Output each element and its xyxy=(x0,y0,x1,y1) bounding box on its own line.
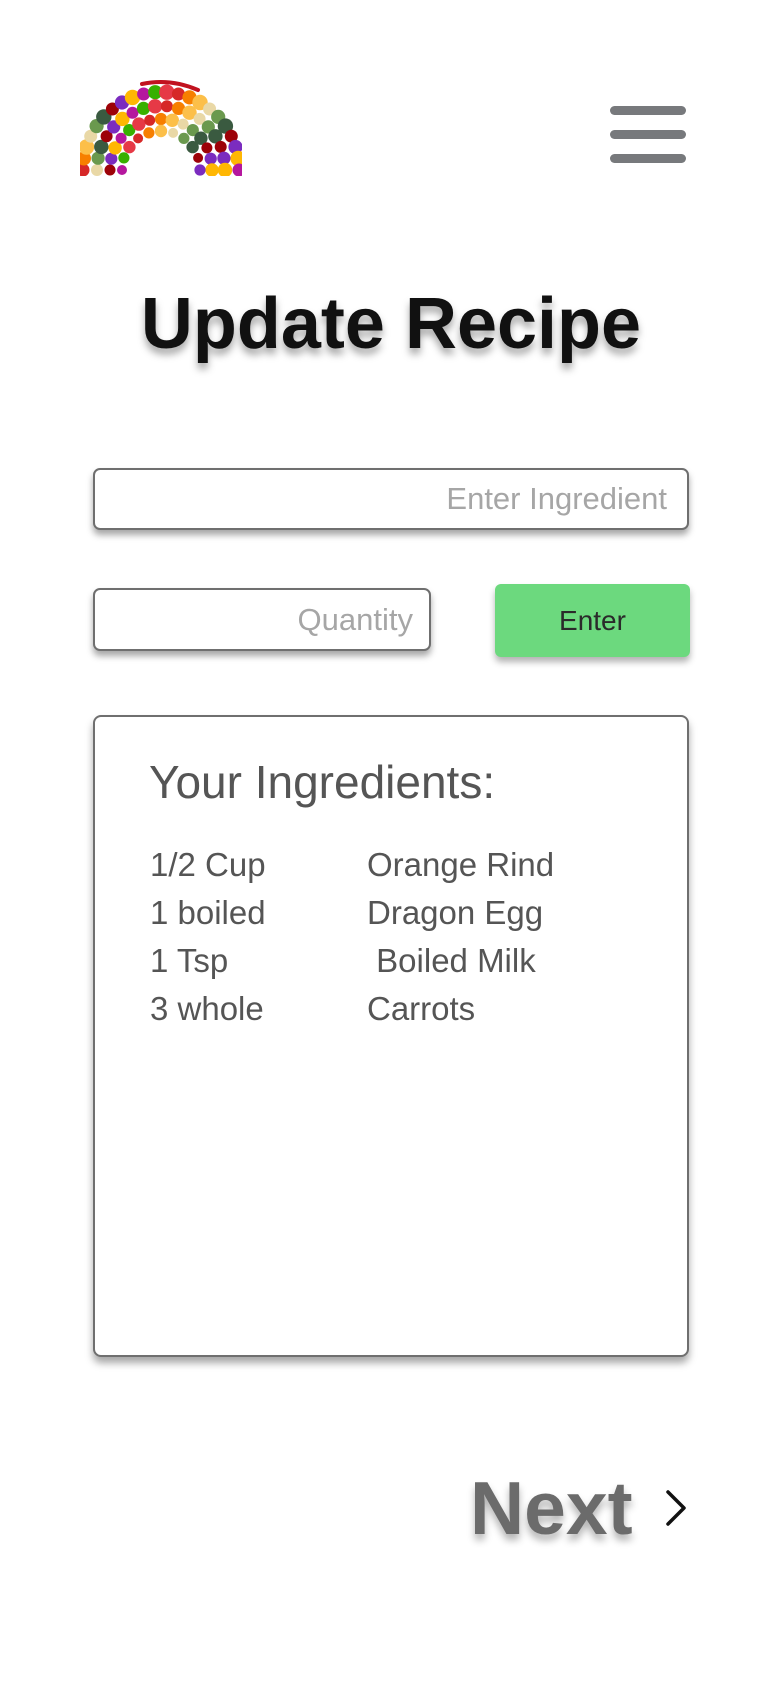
ingredient-row: 1 Tsp Boiled Milk xyxy=(150,941,630,989)
ingredient-quantity: 1/2 Cup xyxy=(150,846,266,883)
chevron-right-icon xyxy=(666,1490,686,1526)
fruit-vegetable-rainbow-logo-icon xyxy=(76,80,246,178)
next-label: Next xyxy=(470,1466,633,1550)
next-button[interactable]: Next xyxy=(470,1466,700,1550)
ingredients-list: 1/2 Cup Orange Rind 1 boiled Dragon Egg … xyxy=(150,845,630,1037)
page-title: Update Recipe xyxy=(140,284,642,364)
ingredient-quantity: 1 boiled xyxy=(150,894,266,931)
ingredient-name: Carrots xyxy=(367,990,476,1027)
ingredient-name: Boiled Milk xyxy=(367,942,536,979)
enter-button[interactable]: Enter xyxy=(495,584,690,657)
ingredient-quantity: 1 Tsp xyxy=(150,942,229,979)
ingredient-input[interactable] xyxy=(93,468,689,530)
ingredients-panel: Your Ingredients: 1/2 Cup Orange Rind 1 … xyxy=(93,715,689,1357)
quantity-input[interactable] xyxy=(93,588,431,651)
hamburger-menu-icon[interactable] xyxy=(610,106,686,164)
ingredient-name: Dragon Egg xyxy=(367,894,544,931)
ingredient-row: 3 whole Carrots xyxy=(150,989,630,1037)
ingredient-name: Orange Rind xyxy=(367,846,555,883)
ingredient-quantity: 3 whole xyxy=(150,990,264,1027)
app-logo xyxy=(76,78,246,178)
ingredient-row: 1/2 Cup Orange Rind xyxy=(150,845,630,893)
ingredient-row: 1 boiled Dragon Egg xyxy=(150,893,630,941)
ingredients-heading: Your Ingredients: xyxy=(149,756,496,808)
